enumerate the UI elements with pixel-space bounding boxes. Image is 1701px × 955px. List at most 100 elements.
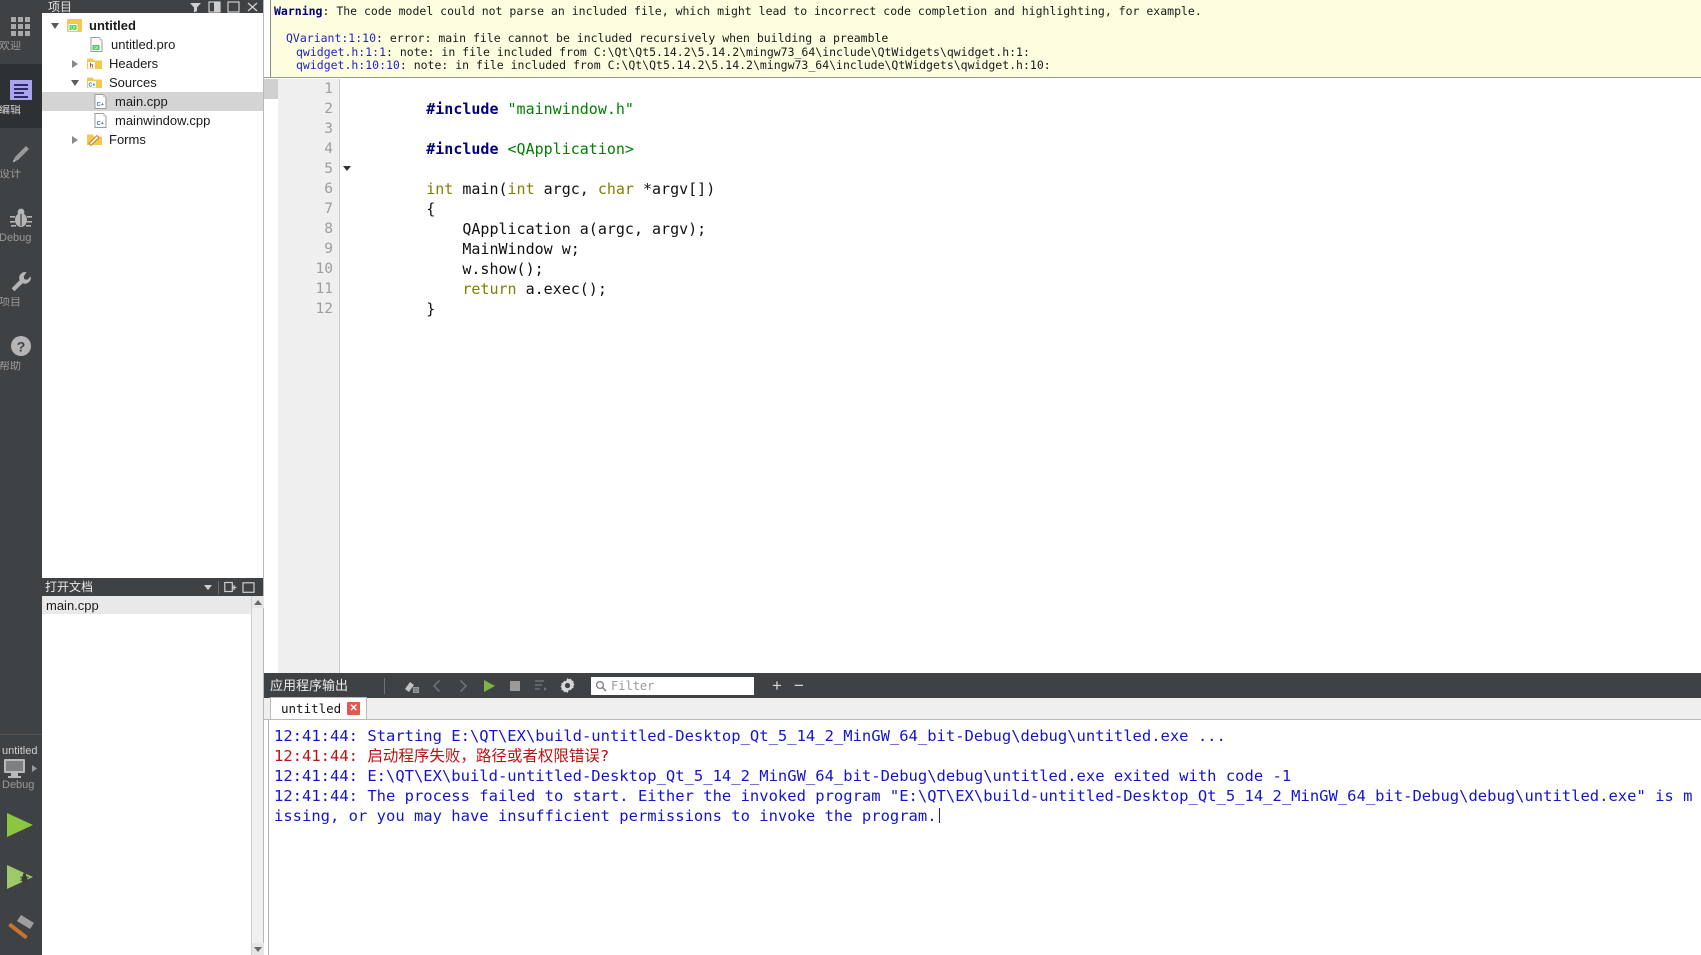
kit-selector[interactable]: untitled Debug <box>0 737 42 799</box>
warning-text: : error: main file cannot be included re… <box>376 31 889 45</box>
open-documents-scrollbar[interactable] <box>251 596 264 955</box>
tree-item-forms[interactable]: Forms <box>42 130 263 149</box>
start-debugging-button[interactable] <box>0 851 42 903</box>
sidebar-item-projects[interactable]: 项目 <box>0 256 42 320</box>
chevron-right-icon <box>72 59 78 68</box>
code-token: #include <box>426 140 508 158</box>
sidebar-item-help-label: 帮助 <box>0 360 21 372</box>
output-line-wrapper: 12:41:44: The process failed to start. E… <box>274 786 1701 826</box>
sidebar-item-projects-label: 项目 <box>0 296 21 308</box>
forms-folder-icon <box>87 134 102 147</box>
project-panel-title: 项目 <box>48 0 73 13</box>
close-icon[interactable]: ✕ <box>347 702 361 715</box>
code-token: w.show(); <box>426 260 544 278</box>
warning-text: : The code model could not parse an incl… <box>322 4 1202 18</box>
line-number: 4 <box>324 141 333 157</box>
project-tree: Qt untitled Qt untitled.pro h Headers C+… <box>42 13 263 149</box>
pencil-icon <box>13 145 29 162</box>
tab-untitled[interactable]: untitled ✕ <box>270 697 368 719</box>
code-token: { <box>426 200 436 218</box>
tree-item-headers[interactable]: h Headers <box>42 54 263 73</box>
code-token: *argv[]) <box>633 180 716 198</box>
sidebar-item-debug[interactable]: Debug <box>0 192 42 256</box>
tree-item-untitled-pro[interactable]: Qt untitled.pro <box>42 35 263 54</box>
qt-project-icon: Qt <box>67 19 82 32</box>
zoom-out-button[interactable]: − <box>788 675 810 697</box>
run-debug-icon <box>7 865 33 889</box>
next-item-button[interactable] <box>451 675 475 697</box>
line-number: 6 <box>324 181 333 197</box>
split-icon[interactable] <box>224 581 237 594</box>
sidebar-item-edit-label: 编辑 <box>0 104 21 116</box>
expander-sources[interactable] <box>64 79 86 86</box>
expander-headers[interactable] <box>64 59 86 68</box>
output-line-error: 12:41:44: 启动程序失败，路径或者权限错误? <box>274 747 610 765</box>
rerun-button[interactable] <box>477 675 501 697</box>
line-number: 5 <box>278 159 351 179</box>
chevron-down-icon[interactable] <box>204 584 212 590</box>
warning-location-link[interactable]: qwidget.h:10:10 <box>296 58 400 72</box>
tree-item-mainwindow-cpp[interactable]: C+ mainwindow.cpp <box>42 111 263 130</box>
zoom-in-button[interactable]: + <box>766 675 788 697</box>
tree-item-main-cpp[interactable]: C+ main.cpp <box>42 92 263 111</box>
list-item[interactable]: main.cpp <box>42 596 263 614</box>
warning-keyword: Warning <box>274 4 323 18</box>
close-icon[interactable] <box>246 1 259 13</box>
modebar-divider <box>0 734 42 735</box>
code-token: MainWindow w; <box>426 240 580 258</box>
edit-lines-icon <box>10 79 32 100</box>
sidebar-item-help[interactable]: ? 帮助 <box>0 320 42 384</box>
sidebar-item-edit[interactable]: 编辑 <box>0 64 42 128</box>
line-number: 8 <box>324 221 333 237</box>
warning-location-link[interactable]: QVariant:1:10 <box>286 31 376 45</box>
kit-icon-row <box>2 757 39 779</box>
split-icon[interactable] <box>208 0 221 13</box>
sidebar-item-design[interactable]: 设计 <box>0 128 42 192</box>
output-settings-button[interactable] <box>555 675 579 697</box>
stop-button[interactable] <box>503 675 527 697</box>
maximize-icon[interactable] <box>227 0 240 13</box>
sources-folder-icon: C+ <box>87 77 102 88</box>
output-filter-field[interactable]: Filter <box>591 676 755 695</box>
svg-text:Qt: Qt <box>94 45 99 50</box>
open-documents-header: 打开文档 <box>42 578 263 596</box>
code-token: int <box>426 180 454 198</box>
tree-item-sources[interactable]: C+ Sources <box>42 73 263 92</box>
build-button[interactable] <box>0 903 42 955</box>
text-caret <box>938 808 940 823</box>
warning-location-link[interactable]: qwidget.h:1:1 <box>296 45 386 59</box>
output-text-area[interactable]: 12:41:44: Starting E:\QT\EX\build-untitl… <box>264 720 1701 955</box>
hammer-icon <box>8 915 34 939</box>
attach-debugger-button[interactable]: D <box>399 675 423 697</box>
run-button[interactable] <box>0 799 42 851</box>
fold-marker-icon[interactable] <box>343 166 351 171</box>
line-number-text: 5 <box>324 161 333 177</box>
close-icon[interactable] <box>242 581 255 594</box>
line-number: 9 <box>324 241 333 257</box>
code-token: } <box>426 300 436 318</box>
code-editor[interactable]: 1 2 3 4 5 6 7 8 9 10 11 12 #include "mai… <box>264 79 1701 673</box>
previous-item-button[interactable] <box>425 675 449 697</box>
code-text-area[interactable]: #include "mainwindow.h" #include <QAppli… <box>354 79 1701 673</box>
code-token: int <box>507 180 535 198</box>
tree-item-untitled[interactable]: Qt untitled <box>42 16 263 35</box>
line-number-gutter: 1 2 3 4 5 6 7 8 9 10 11 12 <box>278 79 351 673</box>
sidebar-item-debug-label: Debug <box>0 232 32 244</box>
line-number: 1 <box>324 81 333 97</box>
toggle-wrap-button[interactable] <box>529 675 553 697</box>
tree-item-sources-label: Sources <box>109 75 157 90</box>
expander-untitled[interactable] <box>44 22 66 29</box>
kit-project-name: untitled <box>2 745 38 757</box>
scroll-down-button[interactable] <box>252 943 264 955</box>
scroll-up-button[interactable] <box>252 596 264 608</box>
code-token: argc, <box>534 180 598 198</box>
output-line: 12:41:44: E:\QT\EX\build-untitled-Deskto… <box>274 767 1292 785</box>
sidebar-item-welcome-label: 欢迎 <box>0 40 21 52</box>
code-line: #include "mainwindow.h" <box>354 79 1701 118</box>
sidebar-item-welcome[interactable]: 欢迎 <box>0 0 42 64</box>
filter-icon[interactable] <box>189 1 202 13</box>
expander-forms[interactable] <box>64 135 86 144</box>
text-wrap-icon <box>535 679 548 691</box>
qt-creator-window: 欢迎 编辑 设计 Debug 项目 ? 帮助 untitled Debug 项目… <box>0 0 1701 955</box>
open-documents-panel: 打开文档 main.cpp <box>42 578 264 955</box>
